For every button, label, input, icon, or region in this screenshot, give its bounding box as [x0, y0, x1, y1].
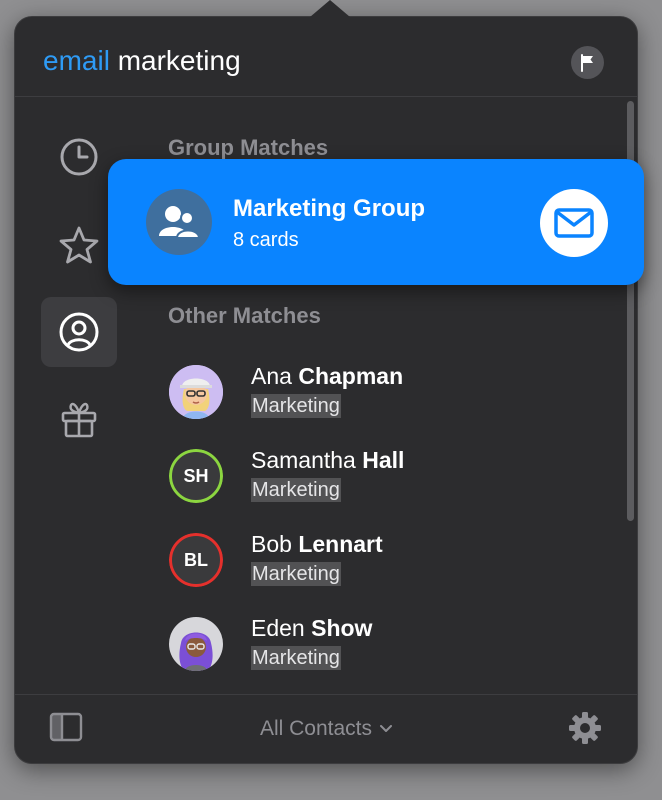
sidebar-item-recents[interactable]: [41, 122, 117, 192]
memoji-avatar-icon: [169, 617, 223, 671]
person-circle-icon: [59, 312, 99, 352]
group-card-count: 8 cards: [233, 229, 299, 251]
star-icon: [59, 226, 99, 264]
contact-subtitle: Marketing: [251, 562, 341, 586]
contact-subtitle: Marketing: [251, 478, 341, 502]
contact-row-eden-show[interactable]: Eden Show Marketing: [165, 613, 585, 697]
search-header: email marketing: [15, 17, 637, 97]
contact-name: Ana Chapman: [251, 363, 403, 390]
marketing-group-card[interactable]: Marketing Group 8 cards: [108, 159, 644, 285]
gift-icon: [61, 402, 97, 438]
group-icon: [159, 206, 201, 239]
clock-icon: [60, 138, 98, 176]
contact-name: Eden Show: [251, 615, 372, 642]
contact-first-name: Eden: [251, 615, 305, 641]
all-contacts-filter[interactable]: All Contacts: [15, 717, 637, 741]
contact-last-name: Chapman: [298, 363, 404, 389]
avatar: BL: [169, 533, 223, 587]
avatar: SH: [169, 449, 223, 503]
contact-subtitle: Marketing: [251, 646, 341, 670]
search-query-rest: marketing: [109, 45, 241, 76]
email-group-button[interactable]: [540, 189, 608, 257]
gear-icon: [569, 712, 601, 744]
settings-button[interactable]: [567, 710, 603, 751]
flag-button[interactable]: [571, 46, 604, 79]
avatar-initials: BL: [169, 533, 223, 587]
flag-icon: [580, 53, 593, 72]
sidebar-item-contacts[interactable]: [41, 297, 117, 367]
avatar-initials: SH: [169, 449, 223, 503]
contact-last-name: Show: [311, 615, 373, 641]
contact-row-ana-chapman[interactable]: Ana Chapman Marketing: [165, 361, 585, 445]
contact-name: Samantha Hall: [251, 447, 404, 474]
contact-last-name: Lennart: [298, 531, 383, 557]
contacts-popover: email marketing Group Matches Other Matc…: [14, 16, 638, 764]
group-avatar: [146, 189, 212, 255]
other-matches-heading: Other Matches: [168, 303, 321, 328]
contact-first-name: Bob: [251, 531, 292, 557]
contact-name: Bob Lennart: [251, 531, 383, 558]
mail-icon: [554, 208, 594, 238]
sidebar-item-birthdays[interactable]: [41, 385, 117, 455]
contact-last-name: Hall: [362, 447, 405, 473]
contact-first-name: Ana: [251, 363, 292, 389]
search-query[interactable]: email marketing: [43, 45, 241, 77]
chevron-down-icon: [380, 725, 393, 732]
filter-label: All Contacts: [259, 717, 373, 740]
avatar: [169, 365, 223, 419]
group-matches-heading: Group Matches: [168, 135, 329, 160]
contact-row-samantha-hall[interactable]: SH Samantha Hall Marketing: [165, 445, 585, 529]
contact-first-name: Samantha: [251, 447, 356, 473]
contact-subtitle: Marketing: [251, 394, 341, 418]
group-title: Marketing Group: [233, 195, 426, 222]
contact-row-bob-lennart[interactable]: BL Bob Lennart Marketing: [165, 529, 585, 613]
footer-bar: All Contacts: [15, 694, 637, 763]
avatar: [169, 617, 223, 671]
memoji-avatar-icon: [169, 365, 223, 419]
search-query-highlight: email: [43, 45, 110, 76]
sidebar-item-favorites[interactable]: [41, 210, 117, 280]
popover-arrow: [310, 0, 350, 17]
